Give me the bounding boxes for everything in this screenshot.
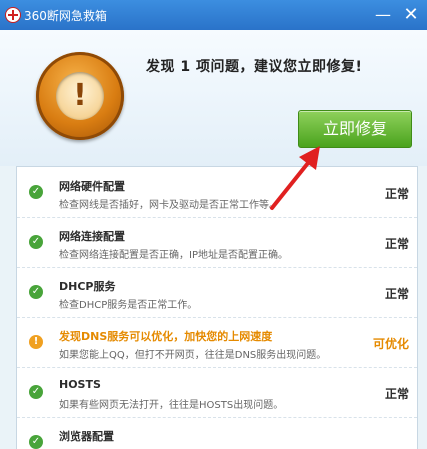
check-item-status: 可优化 (372, 337, 409, 351)
check-item: ✓ HOSTS 如果有些网页无法打开，往往是HOSTS出现问题。 正常 (17, 367, 417, 418)
app-logo-icon (5, 7, 21, 23)
check-icon: ✓ (29, 285, 43, 299)
check-item-status: 正常 (384, 387, 409, 401)
check-item-title: 网络连接配置 (59, 230, 125, 243)
result-headline: 发现 1 项问题，建议您立即修复! (146, 59, 363, 75)
check-item-status: 正常 (384, 287, 409, 301)
check-item-list: ✓ 网络硬件配置 检查网线是否插好，网卡及驱动是否正常工作等。 正常 ✓ 网络连… (16, 166, 418, 449)
check-item: ✓ DHCP服务 检查DHCP服务是否正常工作。 正常 (17, 267, 417, 318)
check-item: ✓ 网络连接配置 检查网络连接配置是否正确，IP地址是否配置正确。 正常 (17, 217, 417, 268)
check-item: ✓ 浏览器配置 (17, 417, 417, 449)
check-icon: ✓ (29, 235, 43, 249)
exclamation-icon: ! (73, 78, 87, 113)
fix-now-button[interactable]: 立即修复 (298, 110, 412, 148)
title-bar: 360断网急救箱 — ✕ (0, 0, 427, 30)
minimize-button[interactable]: — (373, 5, 393, 25)
check-icon: ✓ (29, 185, 43, 199)
check-item-dns[interactable]: ! 发现DNS服务可以优化，加快您的上网速度 如果您能上QQ，但打不开网页，往往… (17, 317, 417, 368)
check-item: ✓ 网络硬件配置 检查网线是否插好，网卡及驱动是否正常工作等。 正常 (17, 167, 417, 218)
check-item-title: 网络硬件配置 (59, 180, 125, 193)
check-item-desc: 检查网络连接配置是否正确，IP地址是否配置正确。 (59, 250, 288, 261)
check-item-status: 正常 (384, 237, 409, 251)
check-item-status: 正常 (384, 187, 409, 201)
warning-icon: ! (29, 335, 43, 349)
check-item-title: 浏览器配置 (59, 430, 114, 443)
check-item-title: HOSTS (59, 378, 101, 391)
check-item-title: DHCP服务 (59, 280, 116, 293)
check-item-desc: 如果有些网页无法打开，往往是HOSTS出现问题。 (59, 400, 284, 411)
close-button[interactable]: ✕ (401, 5, 421, 25)
window-title: 360断网急救箱 (24, 9, 107, 23)
check-item-desc: 如果您能上QQ，但打不开网页，往往是DNS服务出现问题。 (59, 350, 327, 361)
check-item-title: 发现DNS服务可以优化，加快您的上网速度 (59, 330, 273, 343)
check-item-desc: 检查网线是否插好，网卡及驱动是否正常工作等。 (59, 200, 279, 211)
check-item-desc: 检查DHCP服务是否正常工作。 (59, 300, 198, 311)
check-icon: ✓ (29, 385, 43, 399)
check-icon: ✓ (29, 435, 43, 449)
